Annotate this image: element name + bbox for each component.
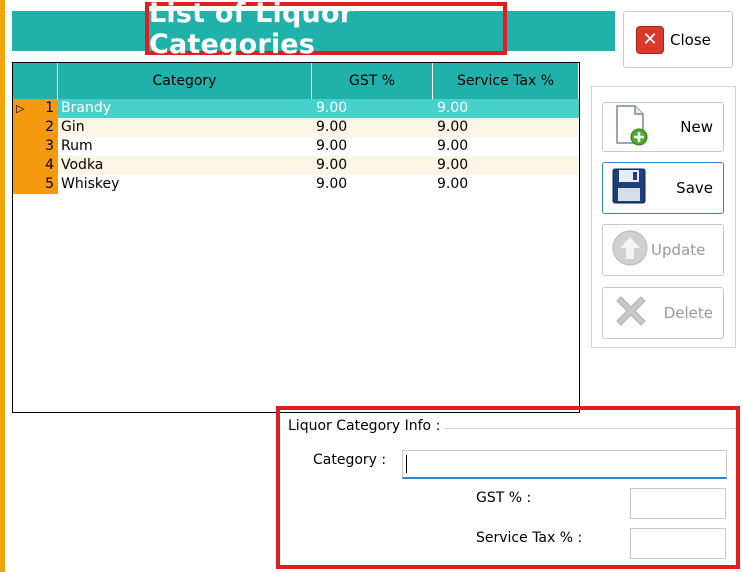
page-title: List of Liquor Categories xyxy=(145,0,507,60)
save-button-label: Save xyxy=(676,179,713,197)
row-header[interactable]: ▷ 1 xyxy=(13,99,58,118)
close-x-icon: ✕ xyxy=(636,25,664,54)
delete-button-label: Delete xyxy=(663,304,713,322)
table-row[interactable]: 2 Gin 9.00 9.00 xyxy=(13,118,579,137)
cell-service-tax[interactable]: 9.00 xyxy=(433,99,579,118)
row-number: 5 xyxy=(45,176,54,192)
cell-gst[interactable]: 9.00 xyxy=(312,99,433,118)
cell-category[interactable]: Gin xyxy=(58,118,312,137)
cell-gst[interactable]: 9.00 xyxy=(312,175,433,194)
new-document-icon xyxy=(611,103,651,151)
row-header[interactable]: 3 xyxy=(13,137,58,156)
cell-category[interactable]: Brandy xyxy=(58,99,312,118)
cell-category[interactable]: Whiskey xyxy=(58,175,312,194)
cell-service-tax[interactable]: 9.00 xyxy=(433,137,579,156)
row-header-corner xyxy=(13,63,58,99)
cell-gst[interactable]: 9.00 xyxy=(312,118,433,137)
table-row[interactable]: ▷ 1 Brandy 9.00 9.00 xyxy=(13,99,579,118)
cell-service-tax[interactable]: 9.00 xyxy=(433,118,579,137)
column-header-gst[interactable]: GST % xyxy=(312,63,433,99)
cell-gst[interactable]: 9.00 xyxy=(312,137,433,156)
delete-button[interactable]: Delete xyxy=(602,287,724,339)
table-row[interactable]: 4 Vodka 9.00 9.00 xyxy=(13,156,579,175)
row-number: 1 xyxy=(45,100,54,116)
new-button-label: New xyxy=(680,118,713,136)
update-button-label: Update xyxy=(651,241,706,259)
cell-service-tax[interactable]: 9.00 xyxy=(433,156,579,175)
delete-x-icon xyxy=(611,291,651,335)
left-accent-strip xyxy=(0,0,5,572)
new-button[interactable]: New xyxy=(602,102,724,152)
row-number: 3 xyxy=(45,138,54,154)
row-header[interactable]: 5 xyxy=(13,175,58,194)
categories-grid[interactable]: Category GST % Service Tax % ▷ 1 Brandy … xyxy=(12,62,580,413)
floppy-disk-icon xyxy=(611,167,647,209)
cell-category[interactable]: Vodka xyxy=(58,156,312,175)
row-number: 4 xyxy=(45,157,54,173)
close-button-label: Close xyxy=(670,30,711,49)
row-header[interactable]: 2 xyxy=(13,118,58,137)
row-header[interactable]: 4 xyxy=(13,156,58,175)
row-selector-triangle-icon: ▷ xyxy=(16,102,25,115)
grid-header: Category GST % Service Tax % xyxy=(13,63,579,99)
cell-category[interactable]: Rum xyxy=(58,137,312,156)
table-row[interactable]: 5 Whiskey 9.00 9.00 xyxy=(13,175,579,194)
up-arrow-icon xyxy=(611,229,649,271)
row-number: 2 xyxy=(45,119,54,135)
cell-service-tax[interactable]: 9.00 xyxy=(433,175,579,194)
close-button[interactable]: ✕ Close xyxy=(623,11,733,68)
column-header-service-tax[interactable]: Service Tax % xyxy=(433,63,579,99)
save-button[interactable]: Save xyxy=(602,162,724,214)
table-row[interactable]: 3 Rum 9.00 9.00 xyxy=(13,137,579,156)
info-highlight-box xyxy=(276,406,740,569)
column-header-category[interactable]: Category xyxy=(58,63,312,99)
update-button[interactable]: Update xyxy=(602,224,724,276)
cell-gst[interactable]: 9.00 xyxy=(312,156,433,175)
